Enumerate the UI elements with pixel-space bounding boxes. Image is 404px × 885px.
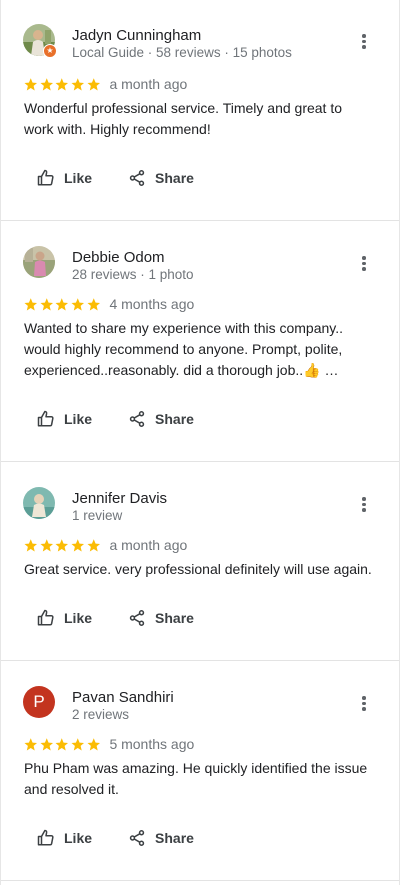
share-label: Share [155, 411, 194, 427]
star-icon [71, 737, 85, 750]
review-card: Debbie Odom 28 reviews · 1 photo 4 month… [1, 221, 399, 462]
avatar[interactable] [23, 246, 55, 278]
star-icon [24, 538, 37, 551]
like-label: Like [64, 610, 93, 626]
review-text: Wanted to share my experience with this … [24, 320, 344, 378]
local-guide-badge-icon: ★ [43, 44, 57, 58]
share-label: Share [155, 170, 194, 186]
thumbs-up-icon [37, 829, 54, 846]
share-button[interactable]: Share [128, 169, 194, 187]
star-icon [55, 297, 69, 310]
star-icon [24, 77, 37, 90]
like-button[interactable]: Like [37, 169, 92, 187]
star-icon [40, 538, 53, 551]
more-options-icon[interactable] [357, 32, 371, 52]
review-time: 5 months ago [109, 736, 195, 752]
star-icon [24, 737, 37, 750]
share-button[interactable]: Share [128, 410, 194, 428]
like-label: Like [64, 830, 93, 846]
review-text: Great service. very professional definit… [24, 561, 372, 577]
rating-row: 5 months ago [23, 735, 194, 753]
review-time: a month ago [109, 76, 188, 92]
star-icon [87, 297, 100, 310]
star-icon [40, 737, 53, 750]
more-options-icon[interactable] [357, 495, 371, 515]
star-icon [40, 297, 53, 310]
review-header: Jennifer Davis 1 review [23, 487, 379, 527]
review-text: Phu Pham was amazing. He quickly identif… [24, 760, 368, 797]
review-card: ★ Jadyn Cunningham Local Guide · 58 revi… [1, 0, 399, 221]
like-button[interactable]: Like [37, 410, 92, 428]
star-rating [23, 297, 101, 312]
review-header: Debbie Odom 28 reviews · 1 photo [23, 246, 379, 286]
share-icon [129, 411, 145, 427]
thumbs-up-icon [37, 410, 54, 427]
reviewer-meta: 1 review [72, 508, 123, 523]
star-icon [40, 77, 53, 90]
share-button[interactable]: Share [128, 829, 194, 847]
star-icon [55, 737, 69, 750]
review-header: P Pavan Sandhiri 2 reviews [23, 686, 379, 726]
share-icon [129, 170, 145, 186]
avatar[interactable]: P [23, 686, 55, 718]
star-rating [23, 538, 101, 553]
reviewer-name[interactable]: Debbie Odom [72, 249, 165, 266]
star-icon [87, 538, 100, 551]
like-label: Like [64, 411, 93, 427]
rating-row: a month ago [23, 75, 187, 93]
star-icon [55, 538, 69, 551]
thumbs-up-icon [37, 169, 54, 186]
share-button[interactable]: Share [128, 609, 194, 627]
avatar[interactable] [23, 487, 55, 519]
review-time: 4 months ago [109, 296, 195, 312]
reviewer-meta: 28 reviews · 1 photo [72, 267, 194, 282]
like-button[interactable]: Like [37, 609, 92, 627]
star-icon [55, 77, 69, 90]
star-icon [24, 297, 37, 310]
rating-row: 4 months ago [23, 295, 194, 313]
reviewer-name[interactable]: Jadyn Cunningham [72, 27, 201, 44]
review-time: a month ago [109, 537, 188, 553]
review-header: ★ Jadyn Cunningham Local Guide · 58 revi… [23, 24, 379, 64]
star-rating [23, 77, 101, 92]
reviewer-name[interactable]: Jennifer Davis [72, 490, 167, 507]
review-actions: Like Share [37, 606, 230, 630]
review-text: Wonderful professional service. Timely a… [24, 100, 343, 137]
like-button[interactable]: Like [37, 829, 92, 847]
star-icon [87, 77, 100, 90]
review-actions: Like Share [37, 826, 230, 850]
rating-row: a month ago [23, 536, 187, 554]
star-icon [71, 77, 85, 90]
star-icon [87, 737, 100, 750]
share-icon [129, 830, 145, 846]
review-actions: Like Share [37, 407, 230, 431]
review-actions: Like Share [37, 166, 230, 190]
review-card: Jennifer Davis 1 review a month ago Grea… [1, 462, 399, 661]
more-options-icon[interactable] [357, 694, 371, 714]
share-icon [129, 610, 145, 626]
reviewer-name[interactable]: Pavan Sandhiri [72, 689, 174, 706]
star-icon [71, 538, 85, 551]
thumbs-up-icon [37, 609, 54, 626]
share-label: Share [155, 830, 194, 846]
star-rating [23, 737, 101, 752]
reviews-panel: ★ Jadyn Cunningham Local Guide · 58 revi… [0, 0, 400, 885]
star-icon [71, 297, 85, 310]
like-label: Like [64, 170, 93, 186]
reviewer-meta: 2 reviews [72, 707, 130, 722]
more-options-icon[interactable] [357, 254, 371, 274]
review-card: P Pavan Sandhiri 2 reviews 5 months ago … [1, 661, 399, 881]
share-label: Share [155, 610, 194, 626]
reviewer-meta: Local Guide · 58 reviews · 15 photos [72, 45, 292, 60]
